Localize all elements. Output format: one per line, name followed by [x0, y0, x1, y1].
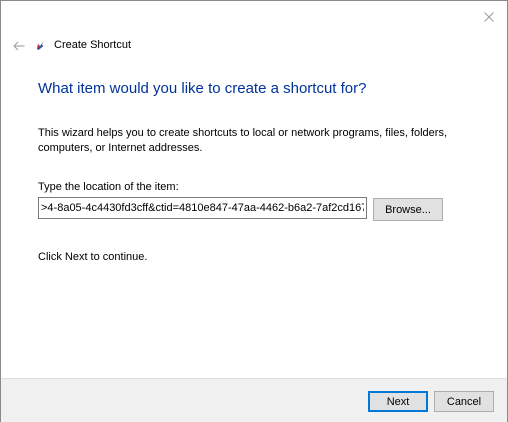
back-arrow-icon: [13, 41, 25, 51]
page-heading: What item would you like to create a sho…: [38, 80, 367, 97]
browse-button[interactable]: Browse...: [373, 198, 443, 221]
back-button[interactable]: [10, 37, 28, 55]
dialog-footer: Next Cancel: [1, 378, 507, 422]
continue-instruction: Click Next to continue.: [38, 251, 148, 263]
window-title: Create Shortcut: [54, 39, 132, 51]
wizard-description: This wizard helps you to create shortcut…: [38, 127, 448, 154]
location-label: Type the location of the item:: [38, 181, 179, 193]
close-icon: [484, 12, 494, 22]
location-input[interactable]: [38, 197, 367, 219]
close-button[interactable]: [479, 7, 499, 27]
shortcut-icon: [37, 42, 44, 50]
cancel-button[interactable]: Cancel: [434, 391, 494, 412]
next-button[interactable]: Next: [368, 391, 428, 412]
create-shortcut-dialog: Create Shortcut What item would you like…: [0, 0, 508, 422]
